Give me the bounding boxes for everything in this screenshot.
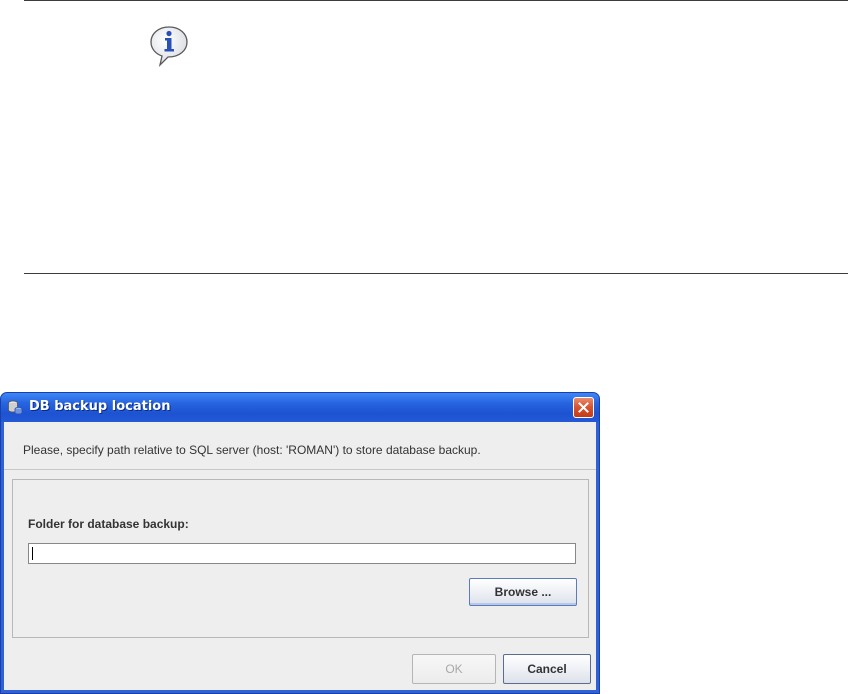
- database-icon: [8, 400, 23, 415]
- folder-group: Folder for database backup: Browse ...: [12, 479, 589, 638]
- prompt-text: Please, specify path relative to SQL ser…: [23, 443, 481, 457]
- cancel-button[interactable]: Cancel: [503, 654, 591, 684]
- close-icon: [578, 402, 589, 413]
- folder-label: Folder for database backup:: [28, 517, 189, 531]
- prompt-divider: [4, 469, 596, 470]
- top-divider: [24, 0, 848, 1]
- page: DB backup location Please, specify path …: [0, 0, 848, 694]
- info-balloon-icon: [150, 26, 188, 68]
- dialog-title: DB backup location: [29, 399, 171, 414]
- close-button[interactable]: [573, 397, 594, 418]
- text-caret: [32, 547, 33, 560]
- db-backup-dialog: DB backup location Please, specify path …: [0, 392, 600, 694]
- dialog-body: Please, specify path relative to SQL ser…: [4, 422, 596, 690]
- ok-button[interactable]: OK: [412, 654, 496, 684]
- browse-button[interactable]: Browse ...: [469, 578, 577, 606]
- bottom-divider: [24, 273, 848, 274]
- title-bar[interactable]: DB backup location: [1, 393, 599, 422]
- folder-path-input[interactable]: [28, 543, 576, 564]
